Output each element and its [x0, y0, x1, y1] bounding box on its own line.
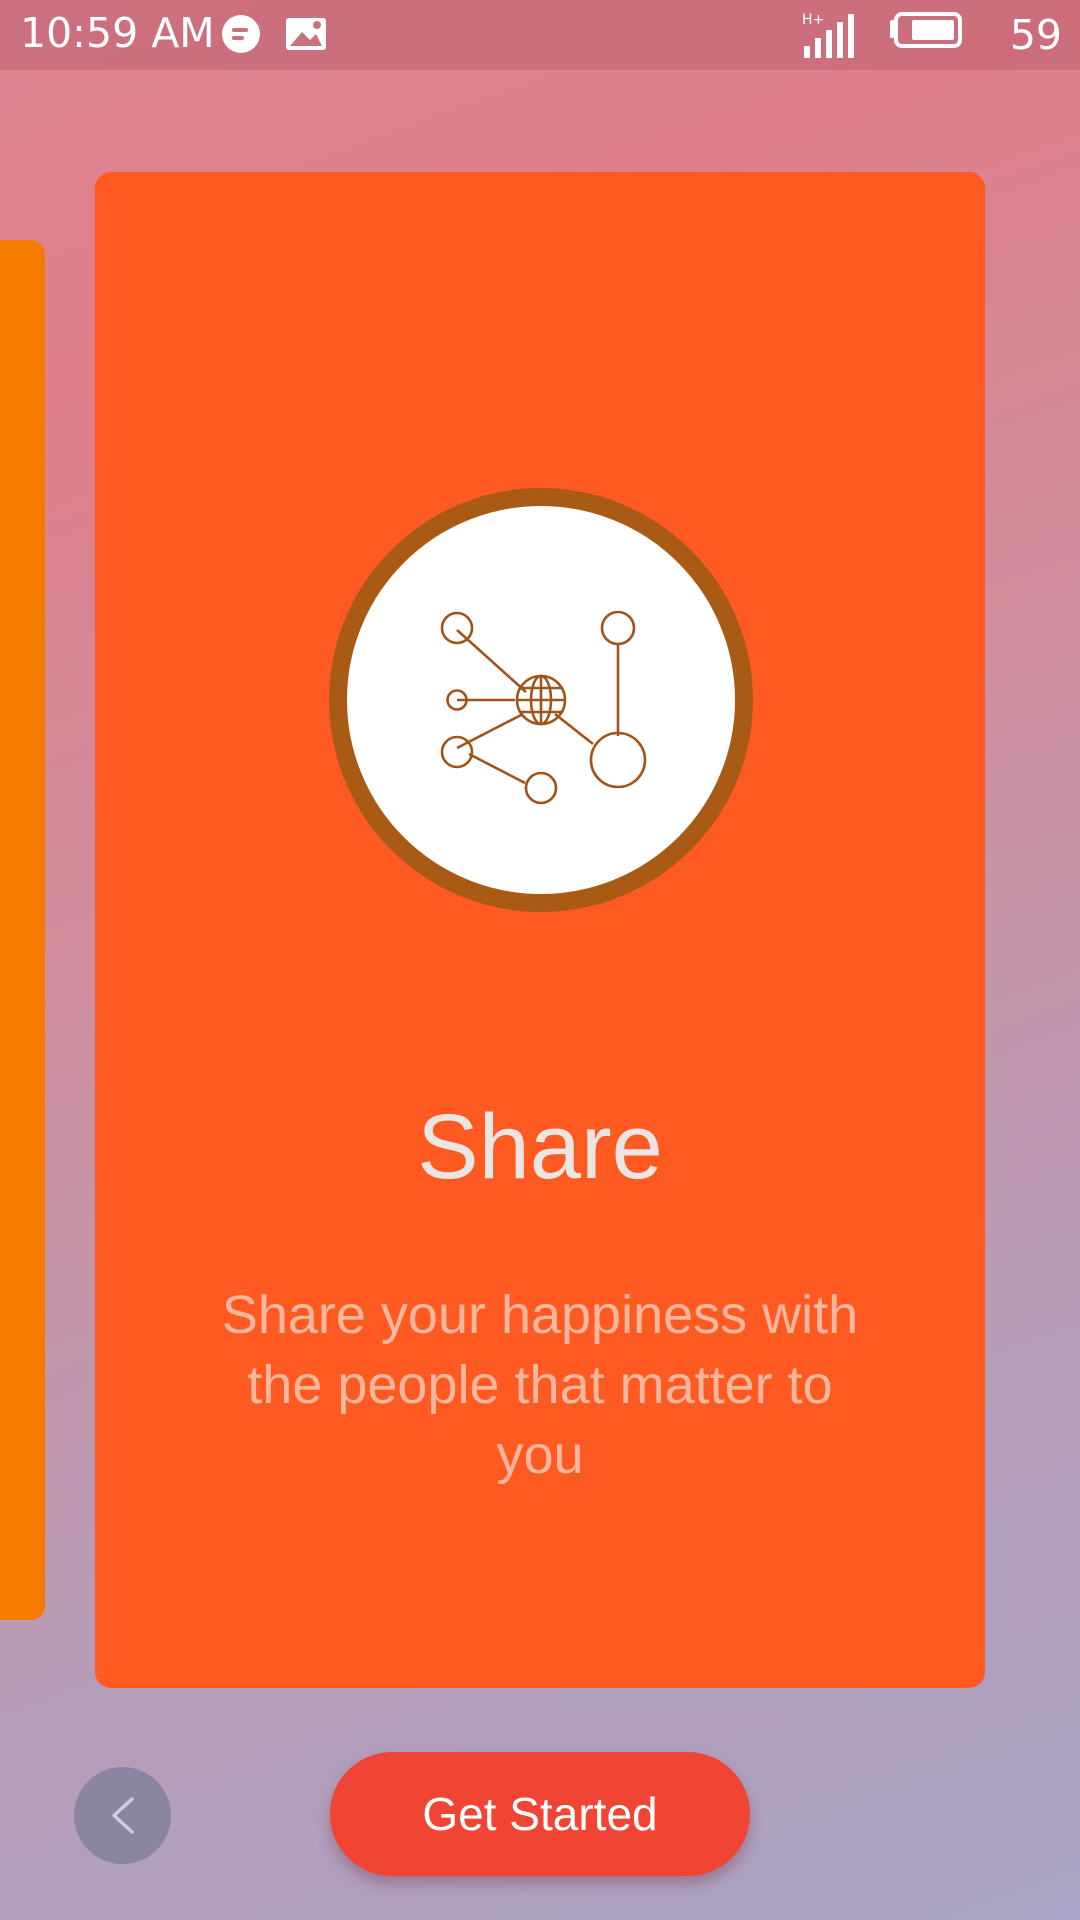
previous-button[interactable] [74, 1767, 171, 1864]
network-type-label: H+ [802, 12, 824, 28]
status-bar: 10:59 AM H+ 59 [0, 0, 1080, 70]
chat-bubble-icon [222, 15, 260, 53]
notification-icons [220, 12, 330, 60]
page-description: Share your happiness with the people tha… [221, 1285, 859, 1485]
share-illustration [329, 488, 753, 916]
chevron-left-icon [112, 1797, 134, 1834]
battery-level: 59 [1009, 11, 1062, 59]
image-icon [286, 18, 326, 50]
get-started-button[interactable]: Get Started [330, 1752, 750, 1876]
onboarding-card: Share Share your happiness with the peop… [95, 172, 985, 1688]
status-time: 10:59 AM [20, 9, 215, 57]
battery-icon [890, 12, 962, 48]
signal-icon: H+ [802, 12, 854, 58]
previous-page-card[interactable] [0, 240, 45, 1620]
page-title: Share [417, 1096, 663, 1198]
notification-icons-svg [222, 15, 326, 53]
network-globe-icon [329, 488, 753, 912]
status-right-svg: H+ [802, 12, 962, 58]
onboarding-screen: 10:59 AM H+ 59 Share Share your happines… [0, 0, 1080, 1920]
